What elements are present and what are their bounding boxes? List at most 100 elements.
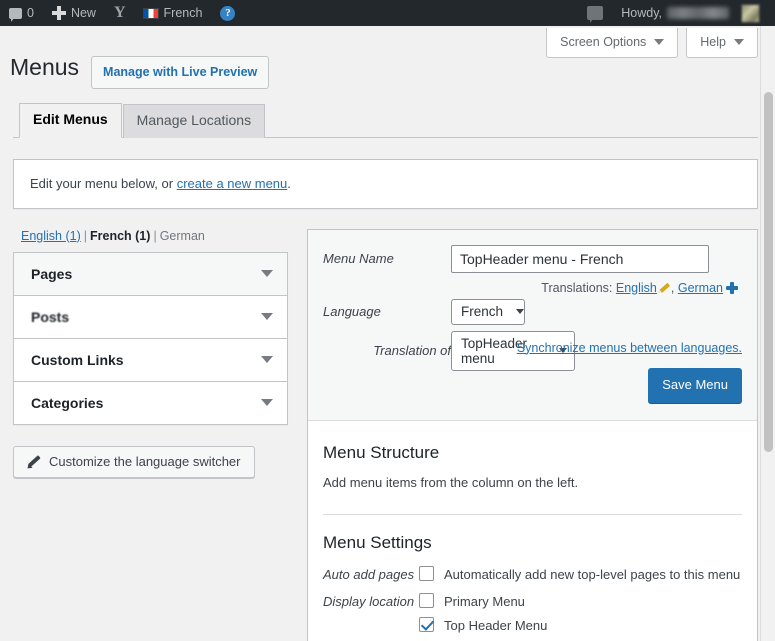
save-menu-button-top[interactable]: Save Menu bbox=[648, 367, 742, 404]
auto-add-pages-checkbox[interactable] bbox=[419, 566, 434, 582]
plus-icon[interactable] bbox=[726, 281, 738, 294]
help-label: Help bbox=[700, 35, 726, 49]
location-option-primary: Primary Menu bbox=[419, 592, 547, 612]
translations-prefix: Translations: bbox=[541, 280, 613, 295]
language-label: French bbox=[163, 6, 203, 20]
admin-bar-yoast[interactable]: Y bbox=[105, 0, 134, 26]
chevron-down-icon bbox=[654, 39, 665, 45]
admin-bar-comments[interactable]: 0 bbox=[0, 0, 43, 26]
instructions-prefix: Edit your menu below, or bbox=[30, 176, 177, 191]
accordion-item-posts[interactable]: Posts bbox=[14, 296, 287, 339]
language-label: Language bbox=[323, 304, 381, 319]
display-location-row: Display location Primary Menu Top Header… bbox=[323, 592, 742, 636]
accordion-label: Categories bbox=[31, 394, 104, 411]
language-row: Language French bbox=[323, 298, 742, 325]
menu-name-label: Menu Name bbox=[323, 251, 394, 266]
admin-bar-notifications[interactable] bbox=[578, 0, 612, 26]
admin-bar-help[interactable]: ? bbox=[211, 0, 244, 26]
manage-with-live-preview-button[interactable]: Manage with Live Preview bbox=[91, 56, 270, 89]
accordion-head[interactable]: Categories bbox=[14, 382, 287, 424]
tab-manage-locations[interactable]: Manage Locations bbox=[122, 104, 266, 138]
left-column: English (1) | French (1) | German Pages Post… bbox=[13, 229, 288, 641]
language-select[interactable]: French bbox=[451, 298, 525, 325]
menu-editor-body: Menu Structure Add menu items from the c… bbox=[308, 421, 757, 641]
menu-structure-title: Menu Structure bbox=[323, 443, 440, 463]
comment-count: 0 bbox=[27, 6, 34, 20]
filter-separator: | bbox=[83, 228, 87, 243]
screen-meta-links: Screen Options Help bbox=[546, 28, 758, 58]
chevron-down-icon bbox=[734, 39, 744, 45]
admin-bar-new[interactable]: New bbox=[43, 0, 105, 26]
help-icon: ? bbox=[220, 5, 236, 21]
accordion-head[interactable]: Posts bbox=[14, 296, 287, 338]
language-filter-english[interactable]: English (1) bbox=[21, 229, 81, 243]
accordion-item-categories[interactable]: Categories bbox=[14, 382, 287, 424]
menu-name-row: Menu Name bbox=[323, 244, 742, 273]
language-filter-german[interactable]: German bbox=[160, 229, 205, 243]
auto-add-pages-label: Auto add pages bbox=[323, 567, 415, 583]
howdy-label: Howdy, bbox=[621, 6, 662, 20]
translations-comma: , bbox=[670, 280, 675, 295]
customize-label: Customize the language switcher bbox=[49, 453, 241, 469]
accordion-label: Posts bbox=[31, 308, 70, 325]
yoast-icon: Y bbox=[113, 4, 126, 21]
help-button[interactable]: Help bbox=[686, 28, 758, 58]
comment-icon bbox=[9, 7, 22, 22]
top-header-menu-checkbox[interactable] bbox=[419, 617, 434, 633]
admin-bar-language[interactable]: French bbox=[134, 0, 212, 26]
menu-structure-note: Add menu items from the column on the le… bbox=[323, 475, 579, 491]
menu-item-accordion: Pages Posts Custom Links Categories bbox=[13, 251, 288, 425]
customize-language-switcher-button[interactable]: Customize the language switcher bbox=[13, 445, 255, 478]
user-display-name bbox=[667, 7, 729, 19]
divider bbox=[323, 514, 742, 516]
accordion-item-custom-links[interactable]: Custom Links bbox=[14, 339, 287, 382]
new-label: New bbox=[70, 6, 96, 20]
auto-add-pages-row: Auto add pages Automatically add new top… bbox=[323, 565, 742, 585]
accordion-head[interactable]: Custom Links bbox=[14, 339, 287, 381]
admin-bar-right: Howdy, bbox=[578, 0, 775, 26]
instructions-suffix: . bbox=[287, 176, 291, 191]
accordion-item-pages[interactable]: Pages bbox=[14, 252, 287, 296]
chevron-down-icon[interactable] bbox=[261, 313, 273, 320]
page-wrap: Screen Options Help Menus Manage with Li… bbox=[0, 26, 775, 641]
pencil-icon bbox=[27, 454, 41, 468]
sync-save-group: Synchronize menus between languages. Sav… bbox=[517, 339, 742, 404]
right-column: Menu Name Translations: English, German … bbox=[307, 228, 758, 641]
language-filter: English (1) | French (1) | German bbox=[21, 229, 288, 243]
page-scrollbar[interactable] bbox=[760, 26, 775, 641]
top-header-menu-label: Top Header Menu bbox=[444, 618, 548, 634]
scrollbar-thumb[interactable] bbox=[764, 92, 773, 452]
tab-edit-menus[interactable]: Edit Menus bbox=[19, 103, 122, 138]
filter-separator: | bbox=[153, 228, 157, 243]
translation-english-link[interactable]: English bbox=[616, 281, 657, 295]
avatar bbox=[741, 3, 760, 23]
menu-name-input[interactable] bbox=[451, 244, 709, 273]
create-a-new-menu-link[interactable]: create a new menu bbox=[177, 176, 288, 191]
display-location-options: Primary Menu Top Header Menu bbox=[419, 592, 547, 636]
chevron-down-icon[interactable] bbox=[261, 270, 273, 277]
chevron-down-icon[interactable] bbox=[261, 356, 273, 363]
language-filter-french[interactable]: French (1) bbox=[90, 229, 150, 243]
accordion-head[interactable]: Pages bbox=[14, 252, 287, 295]
location-option-top-header: Top Header Menu bbox=[419, 616, 547, 636]
primary-menu-checkbox[interactable] bbox=[419, 592, 434, 608]
translation-german-link[interactable]: German bbox=[678, 281, 723, 295]
translation-of-label: Translation of bbox=[373, 343, 451, 358]
screen-options-button[interactable]: Screen Options bbox=[546, 28, 679, 58]
speech-bubble-icon bbox=[587, 6, 604, 23]
french-flag-icon bbox=[142, 7, 159, 19]
admin-bar-my-account[interactable]: Howdy, bbox=[612, 0, 769, 26]
primary-menu-label: Primary Menu bbox=[444, 593, 525, 609]
plus-icon bbox=[51, 6, 66, 20]
chevron-down-icon[interactable] bbox=[261, 399, 273, 406]
columns: English (1) | French (1) | German Pages Post… bbox=[10, 228, 758, 641]
chevron-down-icon bbox=[516, 309, 525, 314]
menu-instructions: Edit your menu below, or create a new me… bbox=[13, 159, 758, 209]
page-title: Menus bbox=[10, 54, 80, 80]
accordion-label: Pages bbox=[31, 265, 73, 282]
display-location-label: Display location bbox=[323, 593, 415, 609]
menu-editor-panel: Menu Name Translations: English, German … bbox=[307, 228, 758, 641]
synchronize-menus-link[interactable]: Synchronize menus between languages. bbox=[517, 341, 742, 355]
pencil-icon[interactable] bbox=[658, 282, 670, 294]
menu-settings-header: Menu Name Translations: English, German … bbox=[308, 229, 757, 422]
